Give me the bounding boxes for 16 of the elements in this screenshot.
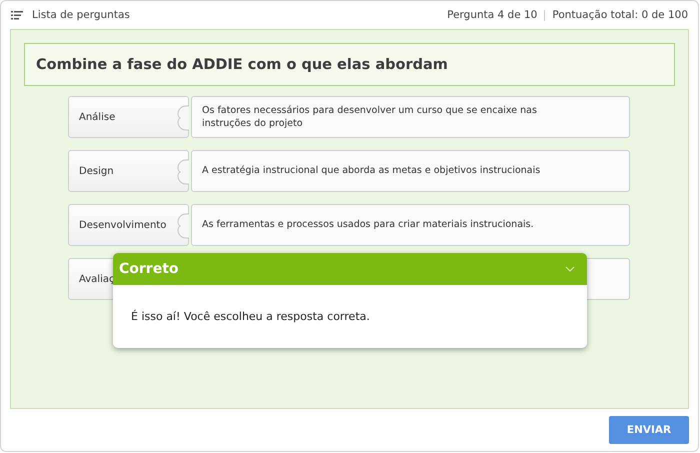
match-tile[interactable]: A estratégia instrucional que aborda as metas e objetivos instrucionais (191, 150, 630, 192)
match-tile[interactable]: Os fatores necessários para desenvolver um curso que se encaixe nas instruções do projeto (191, 96, 630, 138)
term-tile[interactable]: Design (68, 150, 189, 192)
feedback-title: Correto (119, 261, 180, 277)
term-tile[interactable]: Análise (68, 96, 189, 138)
puzzle-notch-icon (175, 213, 189, 239)
question-title: Combine a fase do ADDIE com o que elas abordam (24, 43, 675, 86)
term-tile[interactable]: Desenvolvimento (68, 204, 189, 246)
question-list-button[interactable]: Lista de perguntas (11, 9, 130, 21)
puzzle-notch-icon (175, 159, 189, 185)
list-icon (11, 10, 23, 20)
match-tile[interactable]: As ferramentas e processos usados para criar materiais instrucionais. (191, 204, 630, 246)
feedback-message: É isso aí! Você escolheu a resposta correta. (131, 310, 370, 323)
chevron-down-icon[interactable] (565, 266, 575, 272)
puzzle-notch-icon (175, 105, 189, 131)
total-score: Pontuação total: 0 de 100 (552, 9, 688, 21)
